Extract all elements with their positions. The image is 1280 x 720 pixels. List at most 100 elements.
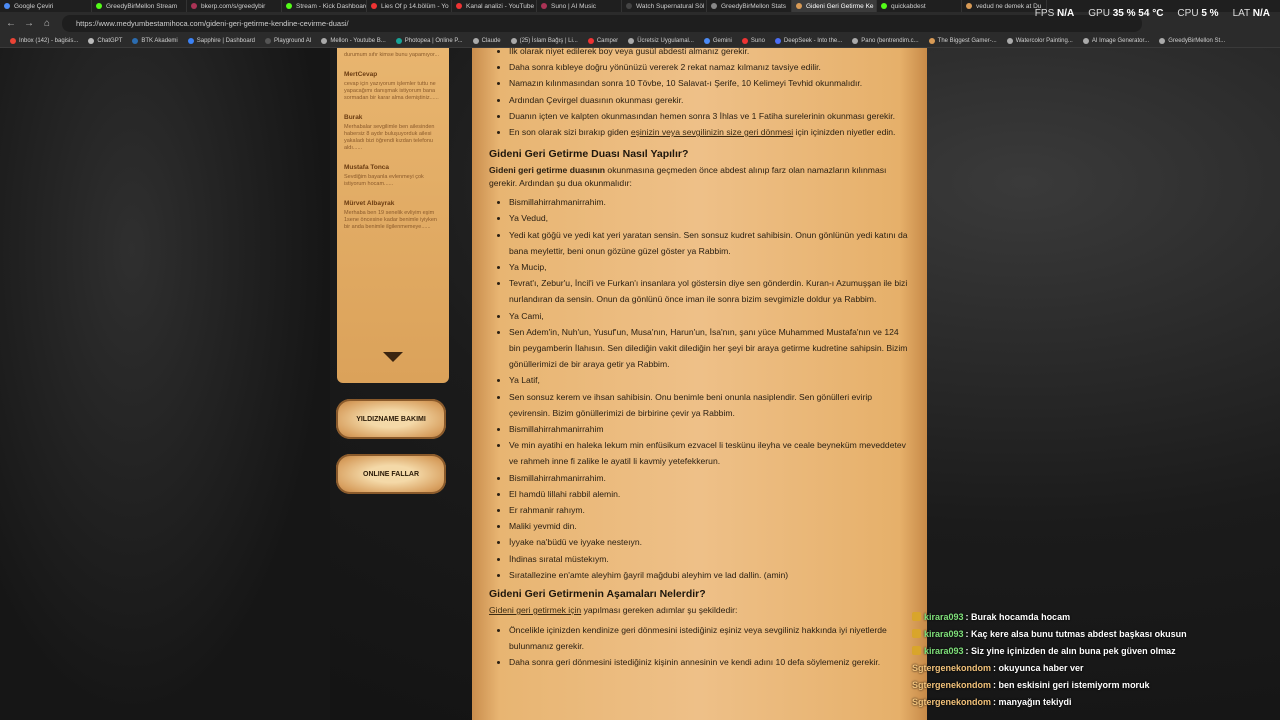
list-item: Sen Adem'in, Nuh'un, Yusuf'un, Musa'nın,… <box>509 324 909 373</box>
list-item: Bismillahirrahmanirrahim. <box>509 470 909 486</box>
bookmark-icon <box>1082 38 1089 44</box>
bookmark-icon <box>1159 38 1166 44</box>
bookmark-label: Gemini <box>712 38 732 44</box>
bookmark-label: Claude <box>481 38 501 44</box>
bookmark-item[interactable]: DeepSeek - Into the... <box>774 38 843 44</box>
tab-label: quickabdest <box>891 2 926 10</box>
testimonial-text: Merhabalar sevgilimle ben ailesinden hab… <box>344 124 435 151</box>
tab-label: Gideni Geri Getirme Ke <box>806 2 874 10</box>
bookmark-label: BTK Akademi <box>141 38 178 44</box>
bookmark-label: DeepSeek - Into the... <box>783 38 843 44</box>
bookmark-label: The Biggest Gamer-... <box>937 38 997 44</box>
list-item: Tevrat'ı, Zebur'u, İncil'i ve Furkan'ı i… <box>509 275 909 307</box>
browser-tab[interactable]: Kanal analizi - YouTube <box>452 0 537 12</box>
fps-readout: FPS N/A <box>1034 8 1075 19</box>
paragraph: Gideni geri getirme duasının okunmasına … <box>489 165 887 188</box>
list-item: Maliki yevmid din. <box>509 518 909 534</box>
bookmark-item[interactable]: (25) İslam Bağış | Li... <box>510 38 578 44</box>
paragraph: Gideni geri getirmek için yapılması gere… <box>489 605 738 616</box>
testimonial-item[interactable]: Burak Merhabalar sevgilimle ben ailesinde… <box>344 114 442 152</box>
cpu-readout: CPU 5 % <box>1177 8 1219 19</box>
tab-label: Kanal analizi - YouTube <box>466 2 535 10</box>
article-link[interactable]: Gideni geri getirmek için <box>489 605 581 615</box>
stages-list: Öncelikle içinizden kendinize geri dönme… <box>489 622 909 671</box>
bookmark-item[interactable]: Pano (bentrendim.c... <box>852 38 919 44</box>
browser-tab[interactable]: bkerp.com/s/greedybir <box>187 0 282 12</box>
testimonial-text: durumum sıfır kimse bunu yapamıyor... <box>344 52 440 58</box>
gpu-readout: GPU 35 % 54 °C <box>1088 8 1164 19</box>
back-icon[interactable]: ← <box>4 17 18 31</box>
browser-tab[interactable]: Stream - Kick Dashboard <box>282 0 367 12</box>
browser-tab[interactable]: Gideni Geri Getirme Ke <box>792 0 877 12</box>
bookmark-icon <box>703 38 710 44</box>
browser-tab[interactable]: Watch Supernatural Söl <box>622 0 707 12</box>
bookmark-item[interactable]: GreedyBirMellon St... <box>1159 38 1225 44</box>
list-item: Bismillahirrahmanirrahim <box>509 421 909 437</box>
list-item: Sıratallezine en'amte aleyhim ğayril mağ… <box>509 567 909 583</box>
chat-message: kirara093: Kaç kere alsa bunu tutmas abd… <box>912 625 1280 642</box>
article-link[interactable]: eşinizin veya sevgilinizin size geri dön… <box>631 127 793 137</box>
bookmark-label: Camper <box>596 38 619 44</box>
bookmark-item[interactable]: Suno <box>741 38 765 44</box>
bookmark-icon <box>852 38 859 44</box>
list-item: Öncelikle içinizden kendinize geri dönme… <box>509 622 909 654</box>
tab-label: Lies Of p 14.bölüm - Yo <box>381 2 449 10</box>
list-item: İhdinas sıratal müstekıym. <box>509 551 909 567</box>
bookmark-item[interactable]: BTK Akademi <box>132 38 178 44</box>
chat-message: Sgtergenekondom: manyağın tekiydi <box>912 693 1280 710</box>
section-heading: Gideni Geri Getirme Duası Nasıl Yapılır? <box>489 148 689 161</box>
chevron-down-icon[interactable] <box>383 352 403 362</box>
forward-icon[interactable]: → <box>22 17 36 31</box>
bookmark-item[interactable]: Sapphire | Dashboard <box>187 38 255 44</box>
bookmark-icon <box>774 38 781 44</box>
browser-tab[interactable]: GreedyBirMellon Stats <box>707 0 792 12</box>
bookmarks-bar: Inbox (142) - bagisis... ChatGPT BTK Akade… <box>0 35 1280 48</box>
crown-badge-icon <box>912 629 921 638</box>
bookmark-item[interactable]: Inbox (142) - bagisis... <box>10 38 78 44</box>
testimonial-item[interactable]: Mustafa Tonca Sevdiğim bayanla evlenmeyi … <box>344 164 442 188</box>
list-item: İlk olarak niyet edilerek boy veya gusül… <box>509 48 909 59</box>
testimonials-sidebar: durumum sıfır kimse bunu yapamıyor... Mer… <box>337 48 449 383</box>
list-item: Ya Vedud, <box>509 210 909 226</box>
bookmark-item[interactable]: The Biggest Gamer-... <box>928 38 997 44</box>
bookmark-item[interactable]: ChatGPT <box>88 38 122 44</box>
browser-tab[interactable]: Suno | AI Music <box>537 0 622 12</box>
favicon-icon <box>881 3 887 9</box>
list-item: Bismillahirrahmanirrahim. <box>509 194 909 210</box>
testimonial-item[interactable]: Mürvet Albayrak Merhaba ben 19 senelik ev… <box>344 200 442 231</box>
testimonial-item[interactable]: durumum sıfır kimse bunu yapamıyor... <box>344 52 442 59</box>
browser-tab[interactable]: quickabdest <box>877 0 962 12</box>
browser-tab[interactable]: Lies Of p 14.bölüm - Yo <box>367 0 452 12</box>
tab-label: GreedyBirMellon Stream <box>106 2 178 10</box>
bookmark-item[interactable]: Playground AI <box>265 38 311 44</box>
tab-label: Google Çeviri <box>14 2 54 10</box>
yildizname-button[interactable]: YILDIZNAME BAKIMI <box>336 399 446 439</box>
chat-username: kirara093 <box>924 645 964 656</box>
bookmark-item[interactable]: Photopea | Online P... <box>395 38 463 44</box>
section-heading: Gideni Geri Getirmenin Aşamaları Nelerdi… <box>489 588 706 601</box>
list-item: Daha sonra geri dönmesini istediğiniz ki… <box>509 654 909 670</box>
bookmark-label: ChatGPT <box>97 38 123 44</box>
bookmark-item[interactable]: Watercolor Painting... <box>1006 38 1073 44</box>
bookmark-item[interactable]: Ücretsiz Uygulamal... <box>628 38 694 44</box>
bookmark-label: Watercolor Painting... <box>1015 38 1073 44</box>
bookmark-item[interactable]: Mellon - Youtube B... <box>321 38 386 44</box>
bookmark-label: Playground AI <box>274 38 312 44</box>
bookmark-label: Inbox (142) - bagisis... <box>19 38 79 44</box>
bookmark-item[interactable]: Camper <box>587 38 619 44</box>
browser-tab[interactable]: GreedyBirMellon Stream <box>92 0 187 12</box>
bookmark-icon <box>10 38 16 44</box>
bookmark-icon <box>628 38 635 44</box>
chat-username: kirara093 <box>924 611 964 622</box>
url-input[interactable]: https://www.medyumbestamihoca.com/gideni… <box>62 15 1142 32</box>
bookmark-icon <box>187 38 194 44</box>
article-content: İlk olarak niyet edilerek boy veya gusül… <box>472 48 927 720</box>
bookmark-item[interactable]: Gemini <box>703 38 732 44</box>
list-item: Ardından Çevirgel duasının okunması gere… <box>509 92 909 108</box>
online-fal-button[interactable]: ONLINE FALLAR <box>336 454 446 494</box>
bookmark-item[interactable]: Claude <box>472 38 501 44</box>
home-icon[interactable]: ⌂ <box>40 17 54 31</box>
testimonial-item[interactable]: MertCevap cevap için yazıyorum işlemler t… <box>344 71 442 102</box>
bookmark-item[interactable]: AI Image Generator... <box>1082 38 1149 44</box>
browser-tab[interactable]: Google Çeviri <box>0 0 92 12</box>
